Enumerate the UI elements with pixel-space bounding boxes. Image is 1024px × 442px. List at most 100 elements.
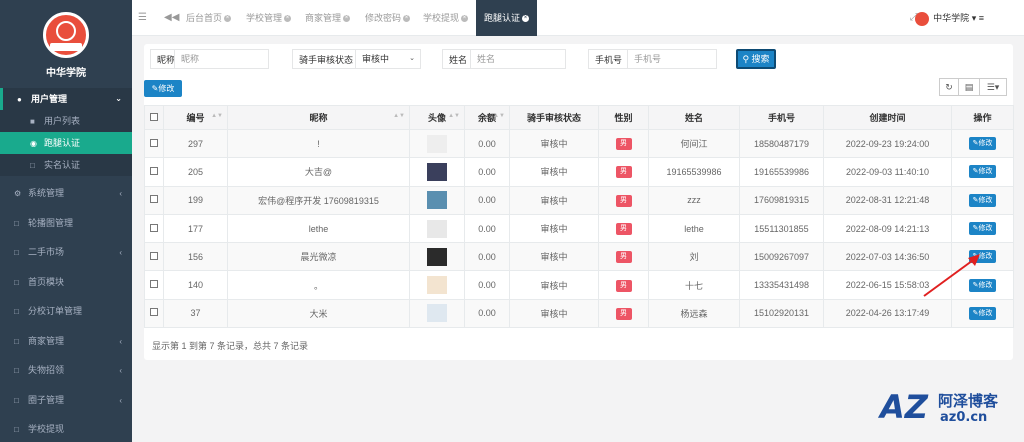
sort-icon: ▲▼ bbox=[448, 113, 460, 119]
row-edit-button[interactable]: ✎修改 bbox=[968, 165, 997, 179]
cell-text: 17609819315 bbox=[753, 195, 810, 206]
cell-text: 18580487179 bbox=[753, 138, 810, 149]
cell-created: 2022-08-09 14:21:13 bbox=[823, 213, 952, 244]
header-label: 创建时间 bbox=[869, 113, 906, 123]
row-edit-button[interactable]: ✎修改 bbox=[968, 137, 997, 151]
table-row[interactable]: 297! 0.00 审核中 男 何间江 18580487179 2022-09-23 19:… bbox=[144, 128, 1014, 159]
cell-balance: 0.00 bbox=[464, 128, 510, 159]
tab-password[interactable]: 修改密码 × bbox=[365, 0, 411, 36]
sidebar-item-carousel[interactable]: □ 轮播图管理 bbox=[0, 209, 132, 239]
cell-text: 刘 bbox=[689, 252, 699, 263]
row-checkbox[interactable] bbox=[150, 138, 158, 147]
row-checkbox[interactable] bbox=[150, 280, 158, 289]
col-avatar[interactable]: 头像 ▲▼ bbox=[409, 105, 465, 130]
nickname-input[interactable]: 昵称 bbox=[174, 49, 269, 69]
checkbox bbox=[144, 157, 164, 187]
cell-text: 十七 bbox=[684, 280, 703, 291]
sidebar-item-home-module[interactable]: □ 首页模块 bbox=[0, 268, 132, 298]
row-edit-button[interactable]: ✎修改 bbox=[968, 193, 997, 207]
cell-sex: 男 bbox=[598, 213, 649, 244]
sidebar-item-school-withdraw[interactable]: □ 学校提现 bbox=[0, 415, 132, 442]
tab-scroll-left-icon[interactable]: ◀◀ bbox=[164, 0, 179, 36]
avatar bbox=[427, 191, 447, 210]
close-icon[interactable]: × bbox=[403, 15, 411, 23]
tab-school[interactable]: 学校管理 × bbox=[246, 0, 292, 36]
cell-nickname: lethe bbox=[227, 213, 410, 244]
tab-merchant[interactable]: 商家管理 × bbox=[305, 0, 351, 36]
checkbox bbox=[144, 270, 164, 300]
table-row[interactable]: 140 。 0.00 审核中 男 十七 13335431498 2022-06-15 15:5… bbox=[144, 270, 1014, 300]
columns-button[interactable]: ☰▾ bbox=[979, 78, 1007, 96]
col-actions: 操作 bbox=[951, 105, 1014, 130]
table-row[interactable]: 199 宏伟@程序开发 17609819315 0.00 审核中 男 zzz 1760981… bbox=[144, 185, 1014, 215]
toggle-view-button[interactable]: ▤ bbox=[958, 78, 980, 96]
row-checkbox[interactable] bbox=[150, 308, 158, 317]
row-checkbox[interactable] bbox=[150, 166, 158, 175]
row-edit-button[interactable]: ✎修改 bbox=[968, 222, 997, 236]
monitor-icon: □ bbox=[14, 218, 19, 228]
row-checkbox[interactable] bbox=[150, 195, 158, 204]
table-row[interactable]: 37 大米 0.00 审核中 男 杨远森 15102920131 2022-04-26 13:… bbox=[144, 298, 1014, 329]
row-checkbox[interactable] bbox=[150, 223, 158, 232]
tab-withdraw[interactable]: 学校提现 × bbox=[423, 0, 469, 36]
phone-input[interactable]: 手机号 bbox=[627, 49, 717, 69]
cell-sex: 男 bbox=[598, 128, 649, 159]
checkbox bbox=[144, 242, 164, 272]
col-nickname[interactable]: 昵称 ▲▼ bbox=[227, 105, 410, 130]
col-balance[interactable]: 余额 ▲▼ bbox=[464, 105, 510, 130]
sidebar-item-realname-verify[interactable]: □ 实名认证 bbox=[0, 154, 132, 176]
close-icon[interactable]: × bbox=[224, 15, 232, 23]
close-icon[interactable]: × bbox=[343, 15, 351, 23]
sidebar-item-system[interactable]: ⚙ 系统管理 ‹ bbox=[0, 179, 132, 209]
cell-phone: 18580487179 bbox=[739, 128, 824, 159]
checkbox[interactable] bbox=[150, 112, 158, 121]
edit-button[interactable]: ✎修改 bbox=[144, 80, 182, 97]
col-id[interactable]: 编号 ▲▼ bbox=[163, 105, 228, 130]
close-icon[interactable]: × bbox=[461, 15, 469, 23]
sidebar-item-lost-found[interactable]: □ 失物招领 ‹ bbox=[0, 356, 132, 386]
tab-home[interactable]: 后台首页 × bbox=[186, 0, 232, 36]
checkbox bbox=[144, 185, 164, 215]
status-select[interactable]: 审核中 ⌄ bbox=[355, 49, 421, 69]
header-label: 昵称 bbox=[309, 113, 328, 123]
table-row[interactable]: 205 大吉@ 0.00 审核中 男 19165539986 19165539986 2022… bbox=[144, 157, 1014, 187]
copy-icon: □ bbox=[14, 277, 19, 287]
sidebar-item-circle[interactable]: □ 圈子管理 ‹ bbox=[0, 386, 132, 416]
cell-avatar bbox=[409, 157, 465, 187]
name-input[interactable]: 姓名 bbox=[470, 49, 566, 69]
search-button[interactable]: ⚲ 搜索 bbox=[736, 49, 776, 69]
tab-runner-verify[interactable]: 跑腿认证 × bbox=[476, 0, 538, 36]
sidebar-item-user-list[interactable]: ■ 用户列表 bbox=[0, 110, 132, 132]
header-label: 手机号 bbox=[767, 113, 795, 123]
row-checkbox[interactable] bbox=[150, 251, 158, 260]
select-all-checkbox[interactable] bbox=[144, 105, 164, 130]
main-panel: 昵称 昵称 骑手审核状态 审核中 ⌄ 姓名 姓名 手机号 手机号 ⚲ 搜索 ✎修改… bbox=[144, 44, 1014, 360]
cell-id: 199 bbox=[163, 185, 228, 215]
close-icon[interactable]: × bbox=[522, 15, 530, 23]
user-menu[interactable]: 中华学院 ▾ ≡ bbox=[915, 10, 984, 26]
table-row[interactable]: 156 晨光微凉 0.00 审核中 男 刘 15009267097 2022-07-03 14… bbox=[144, 242, 1014, 272]
sidebar-item-branch-orders[interactable]: □ 分校订单管理 bbox=[0, 297, 132, 327]
copy-icon: □ bbox=[14, 248, 19, 257]
cell-text: 13335431498 bbox=[753, 280, 810, 291]
table-row[interactable]: 177 lethe 0.00 审核中 男 lethe 15511301855 2022-08-… bbox=[144, 213, 1014, 244]
refresh-button[interactable]: ↻ bbox=[939, 78, 959, 96]
chevron-left-icon: ‹ bbox=[119, 189, 122, 198]
top-tab-bar: ☰ ◀◀ 后台首页 × 学校管理 × 商家管理 × 修改密码 × 学校提现 × 跑腿认证 ×… bbox=[132, 0, 1024, 36]
menu-icon[interactable]: ☰ bbox=[138, 0, 147, 36]
sidebar-item-runner-verify[interactable]: ◉ 跑腿认证 bbox=[0, 132, 132, 154]
cell-name: zzz bbox=[648, 185, 740, 215]
document-icon: □ bbox=[30, 161, 35, 170]
close-icon[interactable]: × bbox=[284, 15, 292, 23]
col-status: 骑手审核状态 bbox=[509, 105, 599, 130]
nav-user-management-toggle[interactable]: ● 用户管理 ⌄ bbox=[0, 88, 132, 110]
cell-text: ! bbox=[317, 138, 320, 149]
row-edit-button[interactable]: ✎修改 bbox=[968, 306, 997, 320]
cell-status: 审核中 bbox=[509, 157, 599, 187]
row-edit-label: 修改 bbox=[978, 168, 993, 176]
check-circle-icon: ◉ bbox=[30, 139, 37, 148]
header-label: 操作 bbox=[973, 113, 992, 123]
sidebar-item-merchant[interactable]: □ 商家管理 ‹ bbox=[0, 327, 132, 357]
cell-balance: 0.00 bbox=[464, 298, 510, 329]
sidebar-item-secondhand[interactable]: □ 二手市场 ‹ bbox=[0, 238, 132, 268]
